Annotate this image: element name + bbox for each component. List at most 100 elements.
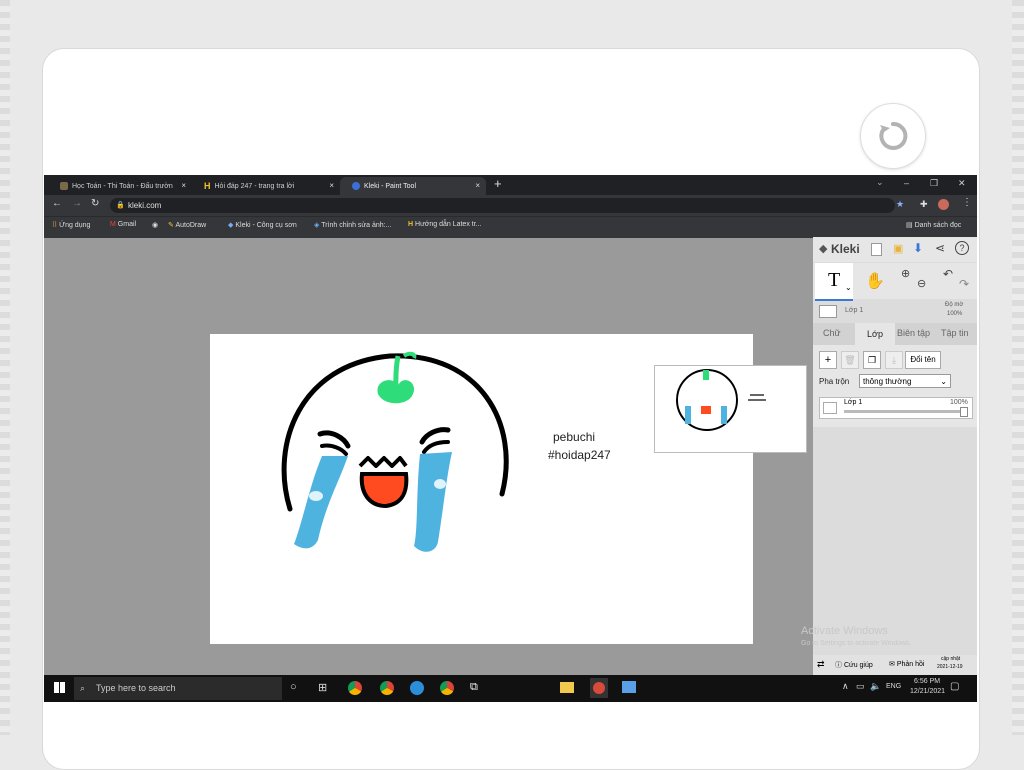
bookmark-latex[interactable]: H Hướng dẫn Latex tr... <box>408 221 482 228</box>
canvas-preview[interactable] <box>654 365 807 453</box>
new-image-icon[interactable] <box>871 243 882 256</box>
autodraw-icon: ✎ <box>168 222 174 229</box>
volume-icon[interactable]: 🔈 <box>870 681 881 692</box>
bookmarks-bar: ⠿ Ứng dụng M Gmail ◉ ✎ AutoDraw ◆ Kleki … <box>44 216 977 238</box>
tab-tap-tin[interactable]: Tập tin <box>941 328 969 338</box>
tab-chu[interactable]: Chữ <box>823 328 841 338</box>
help-label: Cứu giúp <box>843 662 873 669</box>
windows-start-icon[interactable] <box>54 682 65 693</box>
redo-icon[interactable]: ↷ <box>959 277 969 291</box>
battery-icon: ▭ <box>856 681 865 691</box>
layer-item[interactable]: Lớp 1 100% <box>819 397 973 419</box>
minimize-button[interactable]: – <box>904 178 909 188</box>
update-date: 2021-12-19 <box>937 664 963 670</box>
tab-search-icon[interactable]: ⌄ <box>876 177 884 188</box>
extensions-icon[interactable]: ✚ <box>920 199 928 210</box>
zoom-in-icon[interactable]: ⊕ <box>901 267 910 280</box>
taskbar-search-input[interactable]: ⌕ Type here to search <box>74 677 282 700</box>
back-arrow-icon[interactable]: ← <box>52 198 62 209</box>
bookmark-label: AutoDraw <box>175 222 207 229</box>
edge-icon[interactable] <box>410 681 424 695</box>
tab-close-icon[interactable]: × <box>475 181 480 190</box>
page-left-border <box>0 0 10 735</box>
layer-preview-row: Lớp 1 Độ mờ 100% <box>813 301 977 323</box>
forward-arrow-icon[interactable]: → <box>72 198 82 209</box>
save-icon[interactable]: ▣ <box>893 242 903 255</box>
active-app-icon[interactable] <box>590 678 608 698</box>
clock-date[interactable]: 12/21/2021 <box>910 688 945 695</box>
merge-layer-button[interactable]: ⤓ <box>885 351 903 369</box>
profile-avatar[interactable] <box>938 199 949 210</box>
panel-footer: ⇄ ⓘ Cứu giúp ✉ Phản hồi cập nhật 2021-12… <box>813 655 977 675</box>
tab-close-icon[interactable]: × <box>329 181 334 190</box>
update-label: cập nhật <box>941 656 961 662</box>
reading-list[interactable]: ▤ Danh sách đọc <box>906 221 961 229</box>
tab-hoc-toan[interactable]: Học Toán - Thi Toán - Đấu trườn × <box>48 177 192 195</box>
blend-mode-value: thông thường <box>863 377 912 386</box>
menu-kebab-icon[interactable]: ⋮ <box>962 197 972 208</box>
tab-lop[interactable]: Lớp <box>855 323 895 345</box>
language-indicator[interactable]: ENG <box>886 683 901 690</box>
opacity-value: 100% <box>947 311 963 317</box>
feedback-button[interactable]: ✉ Phản hồi <box>889 660 924 668</box>
file-explorer-icon[interactable] <box>560 682 574 693</box>
task-view-icon[interactable]: ○ <box>290 681 297 693</box>
address-bar: ← → ↻ 🔒 kleki.com ★ ✚ ⋮ <box>44 195 977 216</box>
bookmark-gmail[interactable]: M Gmail <box>110 221 136 228</box>
rename-button[interactable]: Đổi tên <box>905 351 941 369</box>
star-icon[interactable]: ★ <box>896 199 904 210</box>
layer-opacity-slider[interactable] <box>844 410 964 413</box>
zoom-out-icon[interactable]: ⊖ <box>917 277 926 290</box>
app-icon[interactable]: ⧉ <box>470 681 478 694</box>
add-layer-button[interactable]: + <box>819 351 837 369</box>
tab-close-icon[interactable]: × <box>181 181 186 190</box>
help-button[interactable]: ⓘ Cứu giúp <box>835 660 873 670</box>
reload-button[interactable] <box>860 103 926 169</box>
swap-icon[interactable]: ⇄ <box>817 659 825 670</box>
close-window-button[interactable]: ✕ <box>958 178 966 189</box>
tray-chevron-icon[interactable]: ∧ <box>842 681 849 692</box>
bookmark-apps[interactable]: ⠿ Ứng dụng <box>52 221 90 229</box>
multitask-icon[interactable]: ⊞ <box>318 681 327 694</box>
clock-time[interactable]: 6:56 PM <box>914 678 940 685</box>
chevron-down-icon: ⌄ <box>845 283 852 292</box>
bookmark-kleki[interactable]: ◆ Kleki - Công cụ sơn <box>228 221 297 229</box>
layer-thumbnail[interactable] <box>819 305 837 318</box>
tab-kleki[interactable]: Kleki - Paint Tool × <box>340 177 486 195</box>
url-input[interactable]: 🔒 kleki.com <box>110 198 895 213</box>
new-tab-button[interactable]: + <box>494 176 502 191</box>
tab-bien-tap[interactable]: Biên tập <box>897 328 930 338</box>
kleki-panel: ◆ Kleki ▣ ⬇ ⋖ ? T ⌄ ✋ ⊕ ⊖ ↶ ↷ Lớp 1 Độ m… <box>801 237 977 675</box>
bookmark-label: Hướng dẫn Latex tr... <box>415 221 482 228</box>
bookmark-photo-editor[interactable]: ◈ Trình chỉnh sửa ảnh:... <box>314 221 391 229</box>
chrome-profile-icon[interactable] <box>380 681 394 695</box>
bookmark-label: Gmail <box>117 221 137 228</box>
bookmark-autodraw[interactable]: ✎ AutoDraw <box>168 221 206 229</box>
refresh-icon[interactable]: ↻ <box>91 198 99 209</box>
notification-icon[interactable]: ▢ <box>950 681 959 692</box>
chrome-alt-icon[interactable] <box>440 681 454 695</box>
activate-windows-sub: Go to Settings to activate Windows. <box>801 640 912 647</box>
question-icon: ⓘ <box>835 662 842 669</box>
bookmark-globe[interactable]: ◉ <box>152 221 158 229</box>
download-icon[interactable]: ⬇ <box>913 241 923 255</box>
reload-icon <box>879 121 908 150</box>
opacity-title: Độ mờ <box>945 302 964 308</box>
text-tool-button[interactable]: T ⌄ <box>815 263 853 301</box>
share-icon[interactable]: ⋖ <box>935 241 945 255</box>
tab-favicon-icon <box>352 182 360 190</box>
tab-hoi-dap[interactable]: H Hỏi đáp 247 - trang tra lời × <box>192 177 340 195</box>
hand-tool-icon[interactable]: ✋ <box>865 271 885 291</box>
slider-handle[interactable] <box>960 407 968 417</box>
photo-editor-icon: ◈ <box>314 222 320 229</box>
blend-mode-select[interactable]: thông thường ⌄ <box>859 374 951 388</box>
layer-item-opacity: 100% <box>950 399 968 406</box>
screen-tool-icon[interactable] <box>622 681 636 693</box>
chrome-icon[interactable] <box>348 681 362 695</box>
tab-label: Kleki - Paint Tool <box>364 182 417 190</box>
undo-icon[interactable]: ↶ <box>943 267 953 281</box>
help-icon[interactable]: ? <box>955 241 969 255</box>
duplicate-layer-button[interactable]: ❐ <box>863 351 881 369</box>
delete-layer-button[interactable]: 🗑 <box>841 351 859 369</box>
maximize-button[interactable]: ❐ <box>930 178 938 189</box>
